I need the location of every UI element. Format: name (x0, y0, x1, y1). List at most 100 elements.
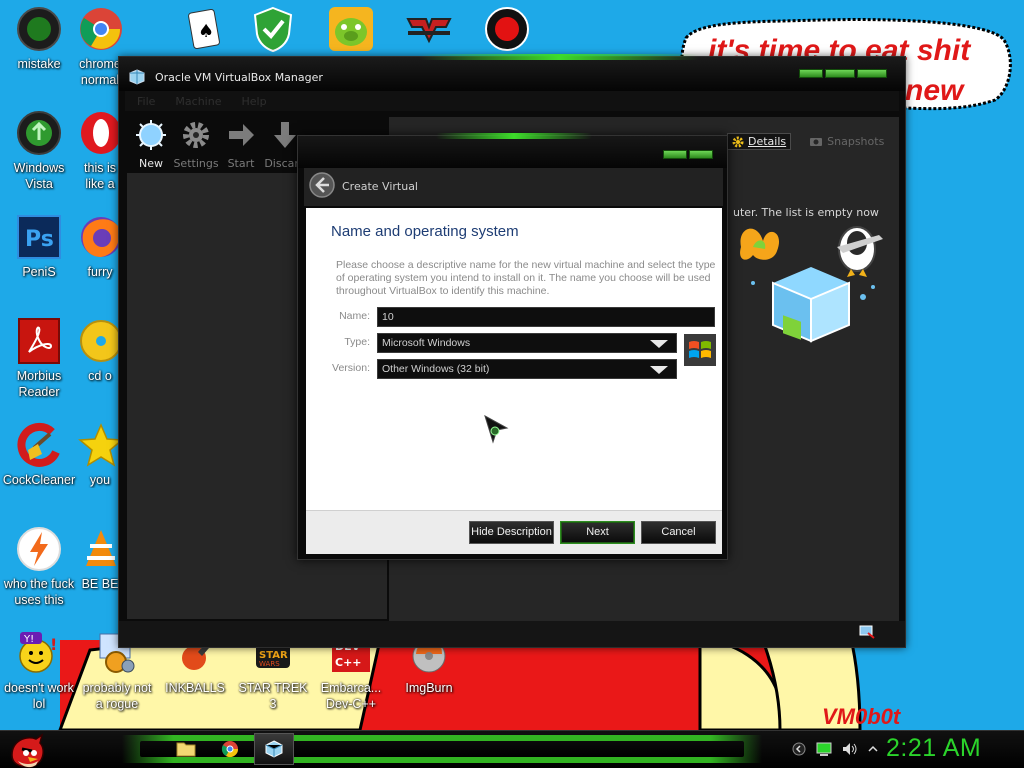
settings-button[interactable]: Settings (172, 119, 220, 170)
battery-icon[interactable] (816, 742, 832, 756)
cancel-button[interactable]: Cancel (641, 521, 716, 544)
volume-icon[interactable] (842, 742, 858, 756)
desktop-icon-windows-vista[interactable]: Windows Vista (0, 110, 78, 192)
desktop-icon-opera[interactable]: this is like a (78, 110, 122, 192)
desktop-icon-label: STAR TREK 3 (238, 681, 308, 711)
desktop-icon-label: Windows Vista (13, 161, 65, 191)
security-shield-icon (250, 6, 296, 52)
titlebar-glow (419, 54, 699, 60)
record-shortcut[interactable] (468, 6, 546, 56)
desktop-icon-photoshop[interactable]: Ps PeniS (0, 214, 78, 280)
type-select[interactable]: Microsoft Windows (377, 333, 677, 353)
desktop-icon-chrome[interactable]: chrome normal (78, 6, 122, 88)
folder-icon (176, 742, 196, 757)
mouse-cursor-icon (484, 414, 509, 444)
desktop-icon-you[interactable]: you (78, 422, 122, 488)
version-select[interactable]: Other Windows (32 bit) (377, 359, 677, 379)
close-button[interactable] (857, 69, 887, 78)
new-button[interactable]: New (127, 119, 175, 170)
taskbar: 2:21 AM (0, 730, 1024, 768)
camera-icon (810, 138, 823, 146)
network-status-icon[interactable] (859, 625, 875, 639)
vlc-icon (78, 526, 122, 572)
dialog-window-controls (663, 150, 713, 159)
tab-details-label: Details (748, 135, 787, 148)
desktop-icon-morbius-reader[interactable]: Morbius Reader (0, 318, 78, 400)
desktop-icon-cd[interactable]: cd o (78, 318, 122, 384)
desktop-icon-firefox[interactable]: furry (78, 214, 122, 280)
minimize-button[interactable] (799, 69, 823, 78)
vbox-toolbar: New Settings Start Discard (127, 115, 306, 171)
toolbar-label: New (139, 157, 163, 170)
desktop-icon-label: BE BE (81, 577, 119, 591)
type-row: Type: Microsoft Windows (306, 333, 722, 353)
desktop-icon-who-uses-this[interactable]: who the fuck uses this (0, 526, 78, 608)
back-arrow-icon[interactable] (308, 171, 336, 199)
bad-piggies-icon (328, 6, 374, 52)
desktop-icon-label: chrome normal (79, 57, 121, 87)
chrome-icon (221, 741, 239, 758)
desktop-icon-label: probably not a rogue (82, 681, 152, 711)
menu-help[interactable]: Help (241, 95, 266, 108)
tab-snapshots-label: Snapshots (827, 135, 885, 148)
name-input[interactable]: 10 (377, 307, 715, 327)
start-button[interactable]: Start (217, 119, 265, 170)
firefox-icon (78, 214, 122, 260)
details-tabs: Details Snapshots (727, 133, 888, 150)
system-tray (792, 742, 878, 756)
settings-icon (183, 122, 209, 148)
yahoo-messenger-icon: Y!! (16, 630, 62, 676)
desktop-icon-label: who the fuck uses this (3, 577, 75, 607)
wizard-header: Create Virtual (304, 168, 723, 206)
chevron-down-icon (650, 366, 668, 374)
desktop-icon-label: CockCleaner (2, 473, 76, 487)
svg-text:!: ! (50, 635, 57, 654)
graffiti-signature: VM0b0t (822, 704, 901, 729)
desktop-icon-label: cd o (88, 369, 112, 383)
windows-logo-icon (684, 334, 716, 366)
wing-logo-shortcut[interactable] (390, 6, 468, 56)
window-title: Oracle VM VirtualBox Manager (155, 71, 323, 84)
photoshop-icon: Ps (16, 214, 62, 260)
window-titlebar[interactable]: Oracle VM VirtualBox Manager (119, 54, 905, 91)
status-bar (119, 621, 905, 647)
taskbar-chrome-button[interactable] (210, 733, 250, 765)
tab-details[interactable]: Details (727, 133, 792, 150)
desktop-icon-mistake[interactable]: mistake (0, 6, 78, 72)
version-select-value: Other Windows (32 bit) (382, 363, 490, 375)
taskbar-folder-button[interactable] (166, 733, 206, 765)
chevron-up-icon[interactable] (868, 742, 878, 756)
taskbar-clock[interactable]: 2:21 AM (886, 734, 981, 763)
hide-description-button[interactable]: Hide Description (469, 521, 554, 544)
desktop-icon-cockcleaner[interactable]: CockCleaner (0, 422, 78, 488)
bad-piggies-shortcut[interactable] (312, 6, 390, 56)
desktop-icon-label: INKBALLS (165, 681, 225, 695)
create-vm-dialog: Create Virtual Name and operating system… (297, 133, 728, 560)
taskbar-virtualbox-button[interactable] (254, 733, 294, 765)
menu-machine[interactable]: Machine (175, 95, 221, 108)
virtualbox-icon (265, 740, 283, 758)
version-label: Version: (332, 362, 370, 374)
lightning-icon (16, 526, 62, 572)
dialog-titlebar[interactable] (298, 133, 727, 168)
desktop-icon-label: Embarca... Dev-C++ (320, 681, 382, 711)
desktop-icon-label: Morbius Reader (16, 369, 62, 399)
security-shortcut[interactable] (234, 6, 312, 56)
new-icon (136, 120, 166, 150)
wizard-button-bar: Hide Description Next Cancel (306, 510, 722, 554)
desktop-icon-yahoo[interactable]: Y!! doesn't work lol (0, 630, 78, 712)
dialog-close-button[interactable] (689, 150, 713, 159)
start-button-angry-bird-icon[interactable] (8, 731, 48, 768)
name-row: Name: 10 (306, 307, 722, 327)
toolbar-label: Start (227, 157, 255, 170)
tab-snapshots[interactable]: Snapshots (805, 133, 888, 150)
back-icon[interactable] (792, 742, 806, 756)
next-button[interactable]: Next (560, 521, 635, 544)
dialog-help-button[interactable] (663, 150, 687, 159)
page-title: Name and operating system (331, 223, 519, 240)
svg-text:Ps: Ps (25, 227, 54, 252)
maximize-button[interactable] (825, 69, 855, 78)
menu-file[interactable]: File (137, 95, 155, 108)
desktop-icon-vlc[interactable]: BE BE (78, 526, 122, 592)
wing-logo-icon (406, 6, 452, 52)
